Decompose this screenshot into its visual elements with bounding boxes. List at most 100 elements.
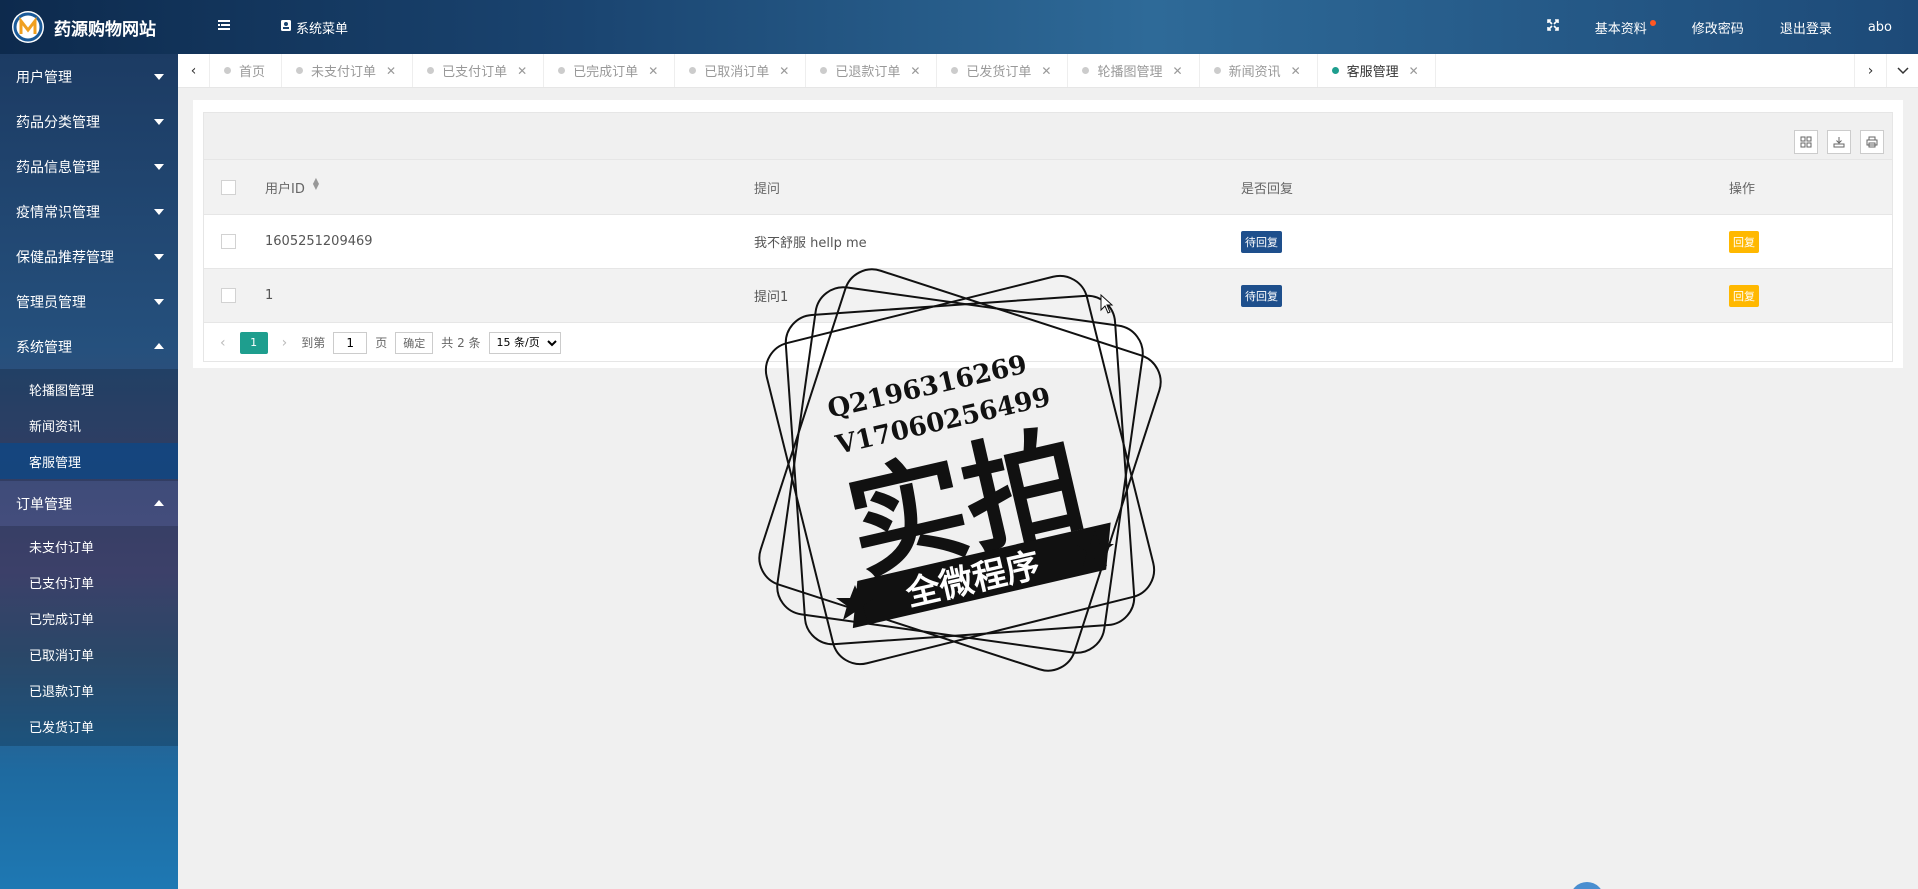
sidebar-group-label: 保健品推荐管理 xyxy=(16,249,114,266)
reply-button[interactable]: 回复 xyxy=(1729,284,1759,307)
status-badge: 待回复 xyxy=(1241,230,1282,253)
close-icon[interactable]: ✕ xyxy=(1409,64,1419,78)
sidebar-group-system[interactable]: 系统管理 xyxy=(0,324,178,369)
close-icon[interactable]: ✕ xyxy=(1041,64,1051,78)
close-icon[interactable]: ✕ xyxy=(386,64,396,78)
tab-label: 轮播图管理 xyxy=(1097,65,1163,80)
data-table: 用户ID ▲ ▼ 提问 是否回复 操作 1605251209469 我不舒服 hel… xyxy=(203,112,1893,362)
page-unit-label: 页 xyxy=(375,336,388,350)
reply-button[interactable]: 回复 xyxy=(1729,230,1759,253)
watermark-line2: V17060256499 xyxy=(832,382,1053,461)
column-header-actions: 操作 xyxy=(1729,181,1756,197)
close-icon[interactable]: ✕ xyxy=(1291,64,1301,78)
menu-toggle-icon[interactable] xyxy=(216,17,232,33)
sidebar-item-carousel[interactable]: 轮播图管理 xyxy=(0,371,178,407)
logout-link[interactable]: 退出登录 xyxy=(1762,18,1850,37)
goto-page-input[interactable] xyxy=(333,331,368,354)
tab-dot xyxy=(427,67,435,74)
tab-label: 已取消订单 xyxy=(704,65,770,80)
tab-dot xyxy=(1082,67,1090,74)
profile-link[interactable]: 基本资料 xyxy=(1577,18,1674,37)
columns-filter-icon[interactable] xyxy=(1794,130,1818,154)
page-size-select[interactable]: 15 条/页 xyxy=(488,331,561,354)
close-icon[interactable]: ✕ xyxy=(1173,64,1183,78)
sidebar-item-cancelled-orders[interactable]: 已取消订单 xyxy=(0,636,178,672)
tab-carousel[interactable]: 轮播图管理 ✕ xyxy=(1068,54,1200,87)
row-checkbox[interactable] xyxy=(221,234,236,249)
tabs-dropdown-icon[interactable] xyxy=(1886,54,1918,87)
notification-dot xyxy=(1649,20,1656,26)
sidebar-group-epidemic[interactable]: 疫情常识管理 xyxy=(0,189,178,234)
prev-page-icon[interactable]: ‹ xyxy=(214,335,232,351)
tab-paid-orders[interactable]: 已支付订单 ✕ xyxy=(413,54,545,87)
sidebar-group-label: 系统管理 xyxy=(16,339,72,356)
system-menu-label: 系统菜单 xyxy=(296,22,349,37)
print-icon[interactable] xyxy=(1860,130,1884,154)
caret-down-icon xyxy=(154,209,164,215)
table-header: 用户ID ▲ ▼ 提问 是否回复 操作 xyxy=(204,159,1892,214)
profile-label: 基本资料 xyxy=(1594,21,1647,37)
tab-dot xyxy=(951,67,959,74)
floating-action-button[interactable] xyxy=(1570,882,1604,889)
cell-question: 我不舒服 hellp me xyxy=(754,236,867,251)
sidebar-group-orders[interactable]: 订单管理 xyxy=(0,481,178,526)
sidebar-group-admins[interactable]: 管理员管理 xyxy=(0,279,178,324)
tab-cancelled-orders[interactable]: 已取消订单 ✕ xyxy=(675,54,807,87)
tab-label: 客服管理 xyxy=(1346,65,1399,80)
row-checkbox[interactable] xyxy=(221,288,236,303)
tab-completed-orders[interactable]: 已完成订单 ✕ xyxy=(544,54,676,87)
tabs-scroll-left-icon[interactable]: ‹ xyxy=(178,54,210,87)
tab-customer-service[interactable]: 客服管理 ✕ xyxy=(1318,54,1436,87)
close-icon[interactable]: ✕ xyxy=(910,64,920,78)
goto-confirm-button[interactable]: 确定 xyxy=(395,331,434,354)
column-header-user-id[interactable]: 用户ID ▲ ▼ xyxy=(253,176,741,197)
sidebar-group-users[interactable]: 用户管理 xyxy=(0,54,178,99)
tabs-scroll-right-icon[interactable]: › xyxy=(1854,54,1886,87)
tab-news[interactable]: 新闻资讯 ✕ xyxy=(1200,54,1318,87)
tab-label: 未支付订单 xyxy=(311,65,377,80)
caret-down-icon xyxy=(154,119,164,125)
close-icon[interactable]: ✕ xyxy=(517,64,527,78)
sidebar-item-news[interactable]: 新闻资讯 xyxy=(0,407,178,443)
tab-refunded-orders[interactable]: 已退款订单 ✕ xyxy=(806,54,938,87)
page-1-button[interactable]: 1 xyxy=(239,331,268,354)
select-all-checkbox[interactable] xyxy=(221,179,236,195)
sidebar-item-completed-orders[interactable]: 已完成订单 xyxy=(0,600,178,636)
sort-icon[interactable]: ▲ ▼ xyxy=(313,176,319,190)
username[interactable]: abo xyxy=(1850,20,1918,35)
tab-bar: ‹ 首页 未支付订单 ✕ 已支付订单 ✕ 已完成订单 ✕ 已取消订单 ✕ 已退款订单 ✕ … xyxy=(178,54,1918,88)
fullscreen-button[interactable] xyxy=(1529,19,1577,35)
sidebar-item-paid-orders[interactable]: 已支付订单 xyxy=(0,564,178,600)
table-row: 1605251209469 我不舒服 hellp me 待回复 回复 xyxy=(204,214,1892,268)
sidebar-group-label: 疫情常识管理 xyxy=(16,204,100,221)
content-card: 用户ID ▲ ▼ 提问 是否回复 操作 1605251209469 我不舒服 hel… xyxy=(193,100,1903,368)
app-title: 药源购物网站 xyxy=(54,19,156,40)
tab-unpaid-orders[interactable]: 未支付订单 ✕ xyxy=(282,54,414,87)
tab-label: 首页 xyxy=(239,65,266,80)
change-password-link[interactable]: 修改密码 xyxy=(1674,18,1762,37)
sidebar-group-drug-category[interactable]: 药品分类管理 xyxy=(0,99,178,144)
caret-down-icon xyxy=(154,164,164,170)
export-icon[interactable] xyxy=(1827,130,1851,154)
sidebar-item-shipped-orders[interactable]: 已发货订单 xyxy=(0,708,178,744)
close-icon[interactable]: ✕ xyxy=(648,64,658,78)
sidebar-item-unpaid-orders[interactable]: 未支付订单 xyxy=(0,528,178,564)
sidebar-item-refunded-orders[interactable]: 已退款订单 xyxy=(0,672,178,708)
table-row: 1 提问1 待回复 回复 xyxy=(204,268,1892,322)
sidebar-item-customer-service[interactable]: 客服管理 xyxy=(0,443,178,479)
top-header: 药源购物网站 系统菜单 基本资料 修改密码 退出登录 abo xyxy=(0,0,1918,54)
tab-dot xyxy=(1331,67,1339,74)
tab-label: 已发货订单 xyxy=(966,65,1032,80)
caret-up-icon xyxy=(154,500,164,506)
tab-label: 新闻资讯 xyxy=(1228,65,1281,80)
tab-dot xyxy=(296,67,304,74)
tab-home[interactable]: 首页 xyxy=(210,54,283,87)
next-page-icon[interactable]: › xyxy=(276,335,294,351)
tab-shipped-orders[interactable]: 已发货订单 ✕ xyxy=(937,54,1069,87)
tab-dot xyxy=(689,67,697,74)
system-menu-button[interactable]: 系统菜单 xyxy=(280,18,348,37)
sidebar-group-drug-info[interactable]: 药品信息管理 xyxy=(0,144,178,189)
close-icon[interactable]: ✕ xyxy=(779,64,789,78)
logo: 药源购物网站 xyxy=(0,0,178,54)
sidebar-group-health-products[interactable]: 保健品推荐管理 xyxy=(0,234,178,279)
